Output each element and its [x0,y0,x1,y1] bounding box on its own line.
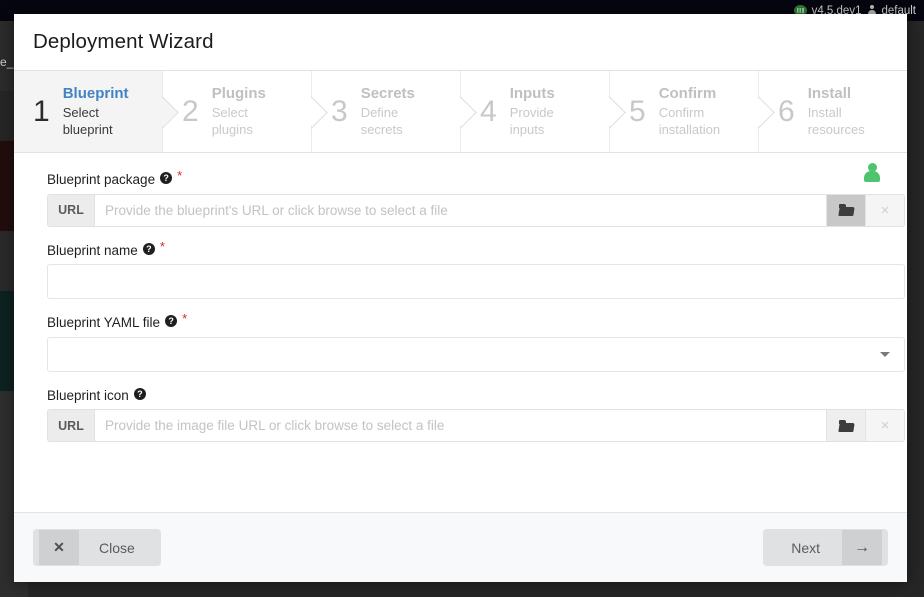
close-icon: × [880,417,890,434]
field-blueprint-icon: Blueprint icon ? URL × [47,387,905,442]
blueprint-package-url-input[interactable] [95,194,826,226]
field-blueprint-yaml-file: Blueprint YAML file ? * [47,311,905,372]
blueprint-name-label: Blueprint name [47,242,138,258]
help-icon[interactable]: ? [133,387,146,400]
field-label-row: Blueprint name ? * [47,238,874,258]
step-title: Confirm [658,85,717,103]
step-title: Plugins [211,85,266,103]
required-marker: * [177,168,183,183]
step-subtitle: Define secrets [360,105,403,138]
wizard-step-plugins[interactable]: 2 Plugins Select plugins [162,71,328,152]
url-prefix-label: URL [48,194,95,226]
blueprint-yaml-file-select[interactable] [47,336,905,372]
step-subtitle: Select blueprint [62,105,113,138]
blueprint-icon-label: Blueprint icon [47,387,129,403]
arrow-right-icon: → [842,530,882,565]
background-text-fragment: e_ [0,55,14,69]
deployment-wizard-modal: Deployment Wizard 1 Blueprint Select blu… [14,14,907,582]
required-marker: * [159,238,165,254]
step-number: 5 [629,94,646,128]
url-prefix-label: URL [48,410,95,441]
user-icon [863,163,881,183]
wizard-step-bar: 1 Blueprint Select blueprint 2 Plugins S… [14,70,907,153]
step-title: Secrets [360,85,415,103]
field-blueprint-package: Blueprint package ? * URL × [47,168,905,227]
modal-footer: ✕ Close Next → [14,512,907,582]
help-icon[interactable]: ? [165,315,178,327]
required-marker: * [182,311,188,326]
blueprint-package-clear-button[interactable]: × [865,194,904,226]
page-title: Deployment Wizard [33,30,214,53]
step-number: 2 [182,94,199,128]
step-title: Install [807,85,852,103]
modal-body: Blueprint package ? * URL × Blueprint na… [14,153,907,512]
step-number: 4 [480,94,497,128]
chevron-down-icon [880,351,890,357]
next-button[interactable]: Next → [763,529,888,566]
help-icon[interactable]: ? [142,242,155,255]
step-number: 6 [778,94,795,128]
modal-header: Deployment Wizard [14,14,907,70]
field-label-row: Blueprint YAML file ? * [47,311,874,330]
step-number: 1 [33,94,50,128]
step-subtitle: Select plugins [211,105,253,138]
help-icon[interactable]: ? [160,172,173,184]
step-subtitle: Install resources [807,105,865,138]
close-icon: ✕ [39,530,79,565]
blueprint-package-browse-button[interactable] [826,194,865,226]
blueprint-yaml-file-label: Blueprint YAML file [47,315,161,330]
blueprint-name-input[interactable] [47,264,905,299]
folder-icon [838,419,854,432]
step-subtitle: Confirm installation [658,105,721,138]
close-button-label: Close [99,539,135,556]
blueprint-icon-browse-button[interactable] [826,410,865,441]
next-button-label: Next [791,539,820,556]
close-icon: × [880,201,890,219]
wizard-step-inputs[interactable]: 4 Inputs Provide inputs [460,71,626,152]
step-title: Inputs [509,85,555,103]
folder-icon [838,204,854,216]
field-blueprint-name: Blueprint name ? * [47,238,905,299]
step-title: Blueprint [62,85,129,103]
wizard-step-secrets[interactable]: 3 Secrets Define secrets [311,71,477,152]
wizard-step-blueprint[interactable]: 1 Blueprint Select blueprint [14,71,179,152]
field-label-row: Blueprint icon ? [47,387,874,403]
blueprint-icon-url-input[interactable] [95,410,826,441]
blueprint-package-label: Blueprint package [47,172,156,187]
blueprint-icon-clear-button[interactable]: × [865,410,904,441]
step-subtitle: Provide inputs [509,105,554,138]
blueprint-icon-input-group: URL × [47,409,905,442]
blueprint-package-input-group: URL × [47,193,905,227]
close-button[interactable]: ✕ Close [33,529,161,566]
wizard-step-install[interactable]: 6 Install Install resources [758,71,907,152]
field-label-row: Blueprint package ? * [47,168,874,187]
step-number: 3 [331,94,348,128]
wizard-step-confirm[interactable]: 5 Confirm Confirm installation [609,71,775,152]
